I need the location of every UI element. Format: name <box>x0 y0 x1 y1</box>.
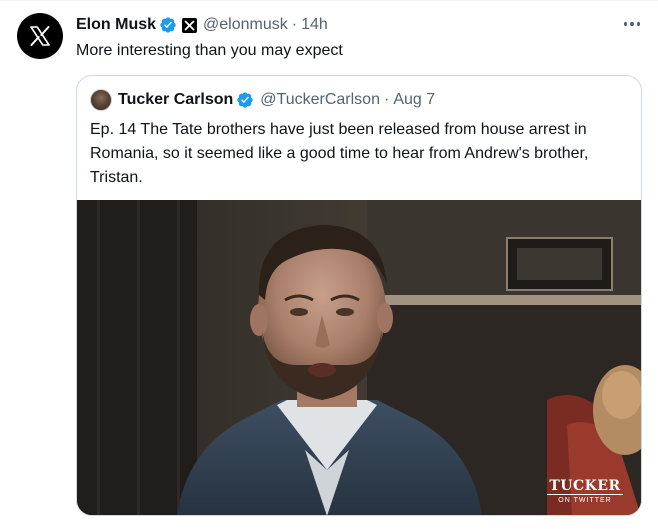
video-thumbnail[interactable]: TUCKER ON TWITTER <box>77 200 641 515</box>
tweet-text: More interesting than you may expect <box>76 42 343 59</box>
watermark-main: TUCKER <box>547 479 623 495</box>
quoted-tweet[interactable]: Tucker Carlson @TuckerCarlson · Aug 7 Ep… <box>76 75 642 516</box>
author-handle[interactable]: @elonmusk <box>203 16 288 34</box>
author-name[interactable]: Elon Musk <box>76 16 156 34</box>
quoted-author-handle[interactable]: @TuckerCarlson <box>260 91 380 109</box>
quoted-tweet-header: Tucker Carlson @TuckerCarlson · Aug 7 <box>90 89 435 111</box>
tweet-timestamp[interactable]: 14h <box>301 16 328 34</box>
watermark-sub: ON TWITTER <box>558 497 612 504</box>
tweet-header: Elon Musk @elonmusk · 14h <box>76 14 328 36</box>
more-options-icon[interactable] <box>620 14 644 34</box>
quoted-author-avatar[interactable] <box>90 89 112 111</box>
quoted-tweet-timestamp[interactable]: Aug 7 <box>393 91 435 109</box>
tweet[interactable]: Elon Musk @elonmusk · 14h More interesti… <box>0 0 658 529</box>
verified-badge-icon[interactable] <box>159 16 177 34</box>
tucker-watermark: TUCKER ON TWITTER <box>547 479 623 505</box>
verified-badge-icon[interactable] <box>236 91 254 109</box>
separator-dot: · <box>383 91 390 108</box>
quoted-author-name[interactable]: Tucker Carlson <box>118 91 233 109</box>
quoted-tweet-text: Ep. 14 The Tate brothers have just been … <box>90 121 589 186</box>
video-frame-illustration <box>77 200 641 515</box>
author-avatar[interactable] <box>17 13 63 59</box>
x-affiliation-badge-icon[interactable] <box>182 17 198 33</box>
separator-dot: · <box>291 16 298 33</box>
x-logo-icon <box>30 26 50 46</box>
